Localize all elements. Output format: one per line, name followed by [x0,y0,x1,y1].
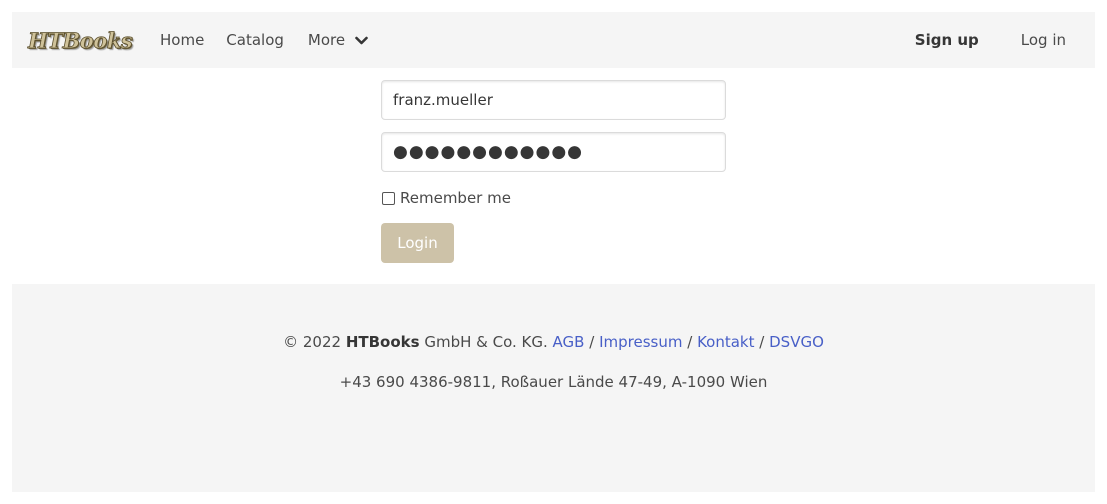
navbar: HTBooks Home Catalog More Sign up Log in [12,12,1095,68]
nav-more-dropdown[interactable]: More [308,31,368,49]
footer: © 2022 HTBooks GmbH & Co. KG. AGB / Impr… [12,284,1095,492]
chevron-down-icon [355,36,368,46]
nav-home-link[interactable]: Home [160,31,204,49]
copyright-prefix: © 2022 [283,333,346,351]
login-form: Remember me Login [381,80,726,263]
footer-copyright: © 2022 HTBooks GmbH & Co. KG. AGB / Impr… [12,333,1095,351]
nav-more-label: More [307,31,346,49]
dsvgo-link[interactable]: DSVGO [769,333,824,351]
separator: / [589,333,595,351]
logo-text: HTBooks [28,27,133,53]
navbar-end: Sign up Log in [915,12,1095,68]
username-input[interactable] [381,80,726,120]
separator: / [759,333,765,351]
login-link[interactable]: Log in [1021,31,1066,49]
impressum-link[interactable]: Impressum [599,333,682,351]
htbooks-logo[interactable]: HTBooks [28,26,133,54]
footer-brand: HTBooks [345,333,420,351]
remember-me-label: Remember me [400,189,511,207]
company-suffix: GmbH & Co. KG. [419,333,553,351]
signup-link[interactable]: Sign up [915,31,979,49]
kontakt-link[interactable]: Kontakt [697,333,754,351]
login-button[interactable]: Login [381,223,454,263]
remember-me[interactable]: Remember me [381,189,726,207]
password-input[interactable] [381,132,726,172]
nav-catalog-link[interactable]: Catalog [226,31,284,49]
agb-link[interactable]: AGB [553,333,585,351]
footer-contact: +43 690 4386-9811, Roßauer Lände 47-49, … [339,373,768,391]
separator: / [687,333,693,351]
remember-me-checkbox[interactable] [382,191,395,205]
